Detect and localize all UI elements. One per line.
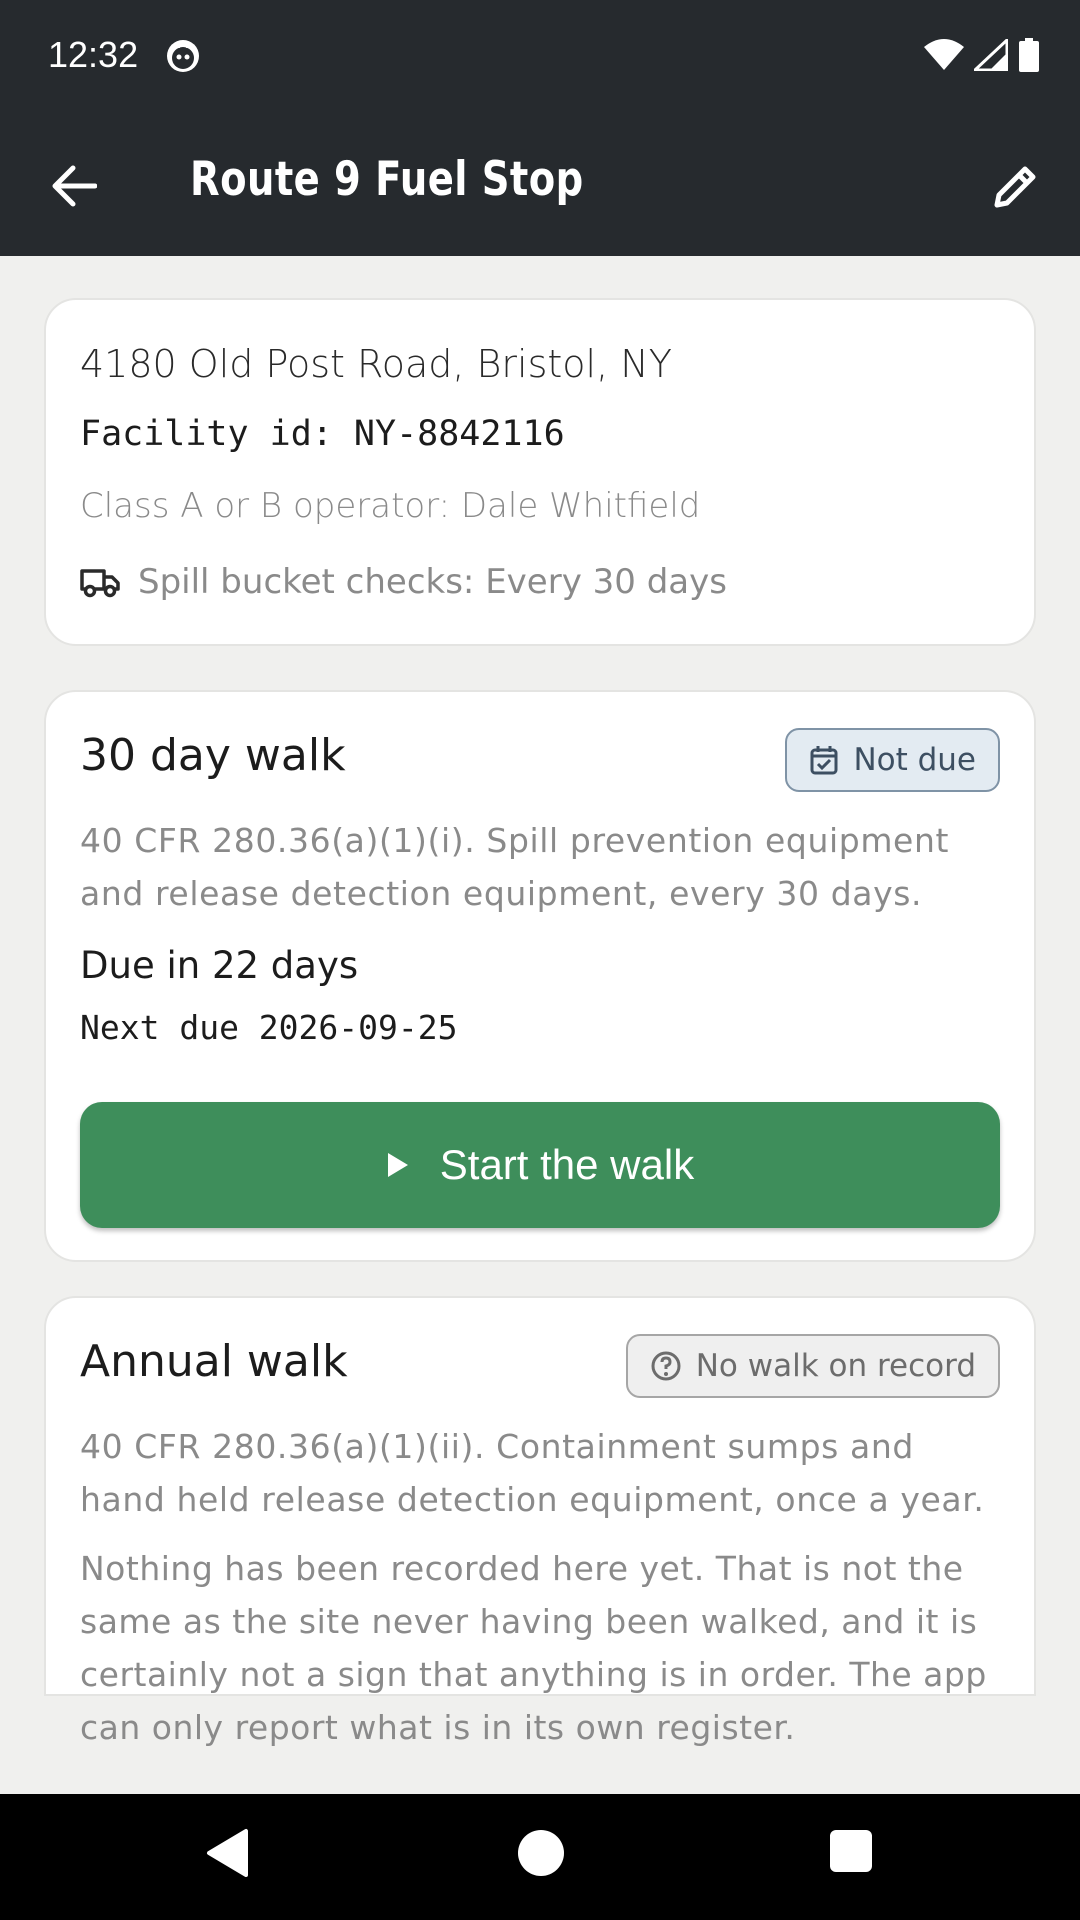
walk-annual-title: Annual walk bbox=[80, 1336, 348, 1387]
status-bar: 12:32 bbox=[0, 0, 1080, 110]
next-due-date: Next due 2026-09-25 bbox=[80, 1008, 458, 1047]
spill-check-text: Spill bucket checks: Every 30 days bbox=[138, 562, 727, 602]
no-record-note: Nothing has been recorded here yet. That… bbox=[80, 1549, 987, 1747]
help-circle-icon bbox=[651, 1351, 681, 1381]
walk-30-regulation: 40 CFR 280.36(a)(1)(i). Spill prevention… bbox=[80, 821, 950, 913]
nav-home-icon[interactable] bbox=[518, 1830, 564, 1876]
walk-annual-card: Annual walk No walk on record 40 CFR 280… bbox=[44, 1296, 1036, 1747]
system-nav-bar bbox=[0, 1794, 1080, 1920]
badge-label: No walk on record bbox=[695, 1348, 976, 1384]
calendar-check-icon bbox=[810, 746, 838, 775]
app-bar: Route 9 Fuel Stop bbox=[0, 110, 1080, 256]
wifi-icon bbox=[924, 39, 964, 70]
spill-check-row: Spill bucket checks: Every 30 days bbox=[80, 562, 727, 602]
badge-label: Not due bbox=[853, 742, 976, 778]
status-badge-not-due: Not due bbox=[785, 728, 1000, 792]
status-time: 12:32 bbox=[48, 34, 139, 75]
status-icons bbox=[924, 36, 1040, 74]
face-icon bbox=[167, 40, 199, 72]
battery-icon bbox=[1019, 38, 1039, 72]
walk-30-card: 30 day walk Not due 40 CFR 280.36(a)(1)(… bbox=[44, 690, 1036, 1262]
signal-icon bbox=[974, 39, 1008, 71]
truck-icon bbox=[80, 569, 120, 598]
start-walk-label: Start the walk bbox=[439, 1141, 695, 1188]
walk-annual-regulation: 40 CFR 280.36(a)(1)(ii). Containment sum… bbox=[80, 1427, 985, 1519]
edit-button[interactable] bbox=[982, 152, 1050, 220]
nav-back-icon[interactable] bbox=[206, 1828, 250, 1878]
play-icon bbox=[387, 1153, 408, 1177]
operator-name: Class A or B operator: Dale Whitfield bbox=[80, 486, 701, 526]
pencil-icon bbox=[994, 166, 1036, 208]
site-card: 4180 Old Post Road, Bristol, NY Facility… bbox=[44, 298, 1036, 646]
nav-recents-icon[interactable] bbox=[830, 1830, 872, 1872]
walk-30-title: 30 day walk bbox=[80, 730, 346, 781]
back-button[interactable] bbox=[40, 152, 108, 220]
status-badge-no-record: No walk on record bbox=[625, 1334, 1000, 1398]
site-address: 4180 Old Post Road, Bristol, NY bbox=[80, 342, 672, 386]
page-title: Route 9 Fuel Stop bbox=[190, 152, 584, 207]
due-in-text: Due in 22 days bbox=[80, 944, 359, 987]
facility-id: Facility id: NY-8842116 bbox=[80, 414, 565, 454]
arrow-left-icon bbox=[52, 165, 97, 207]
start-walk-button[interactable]: Start the walk bbox=[80, 1102, 1000, 1228]
